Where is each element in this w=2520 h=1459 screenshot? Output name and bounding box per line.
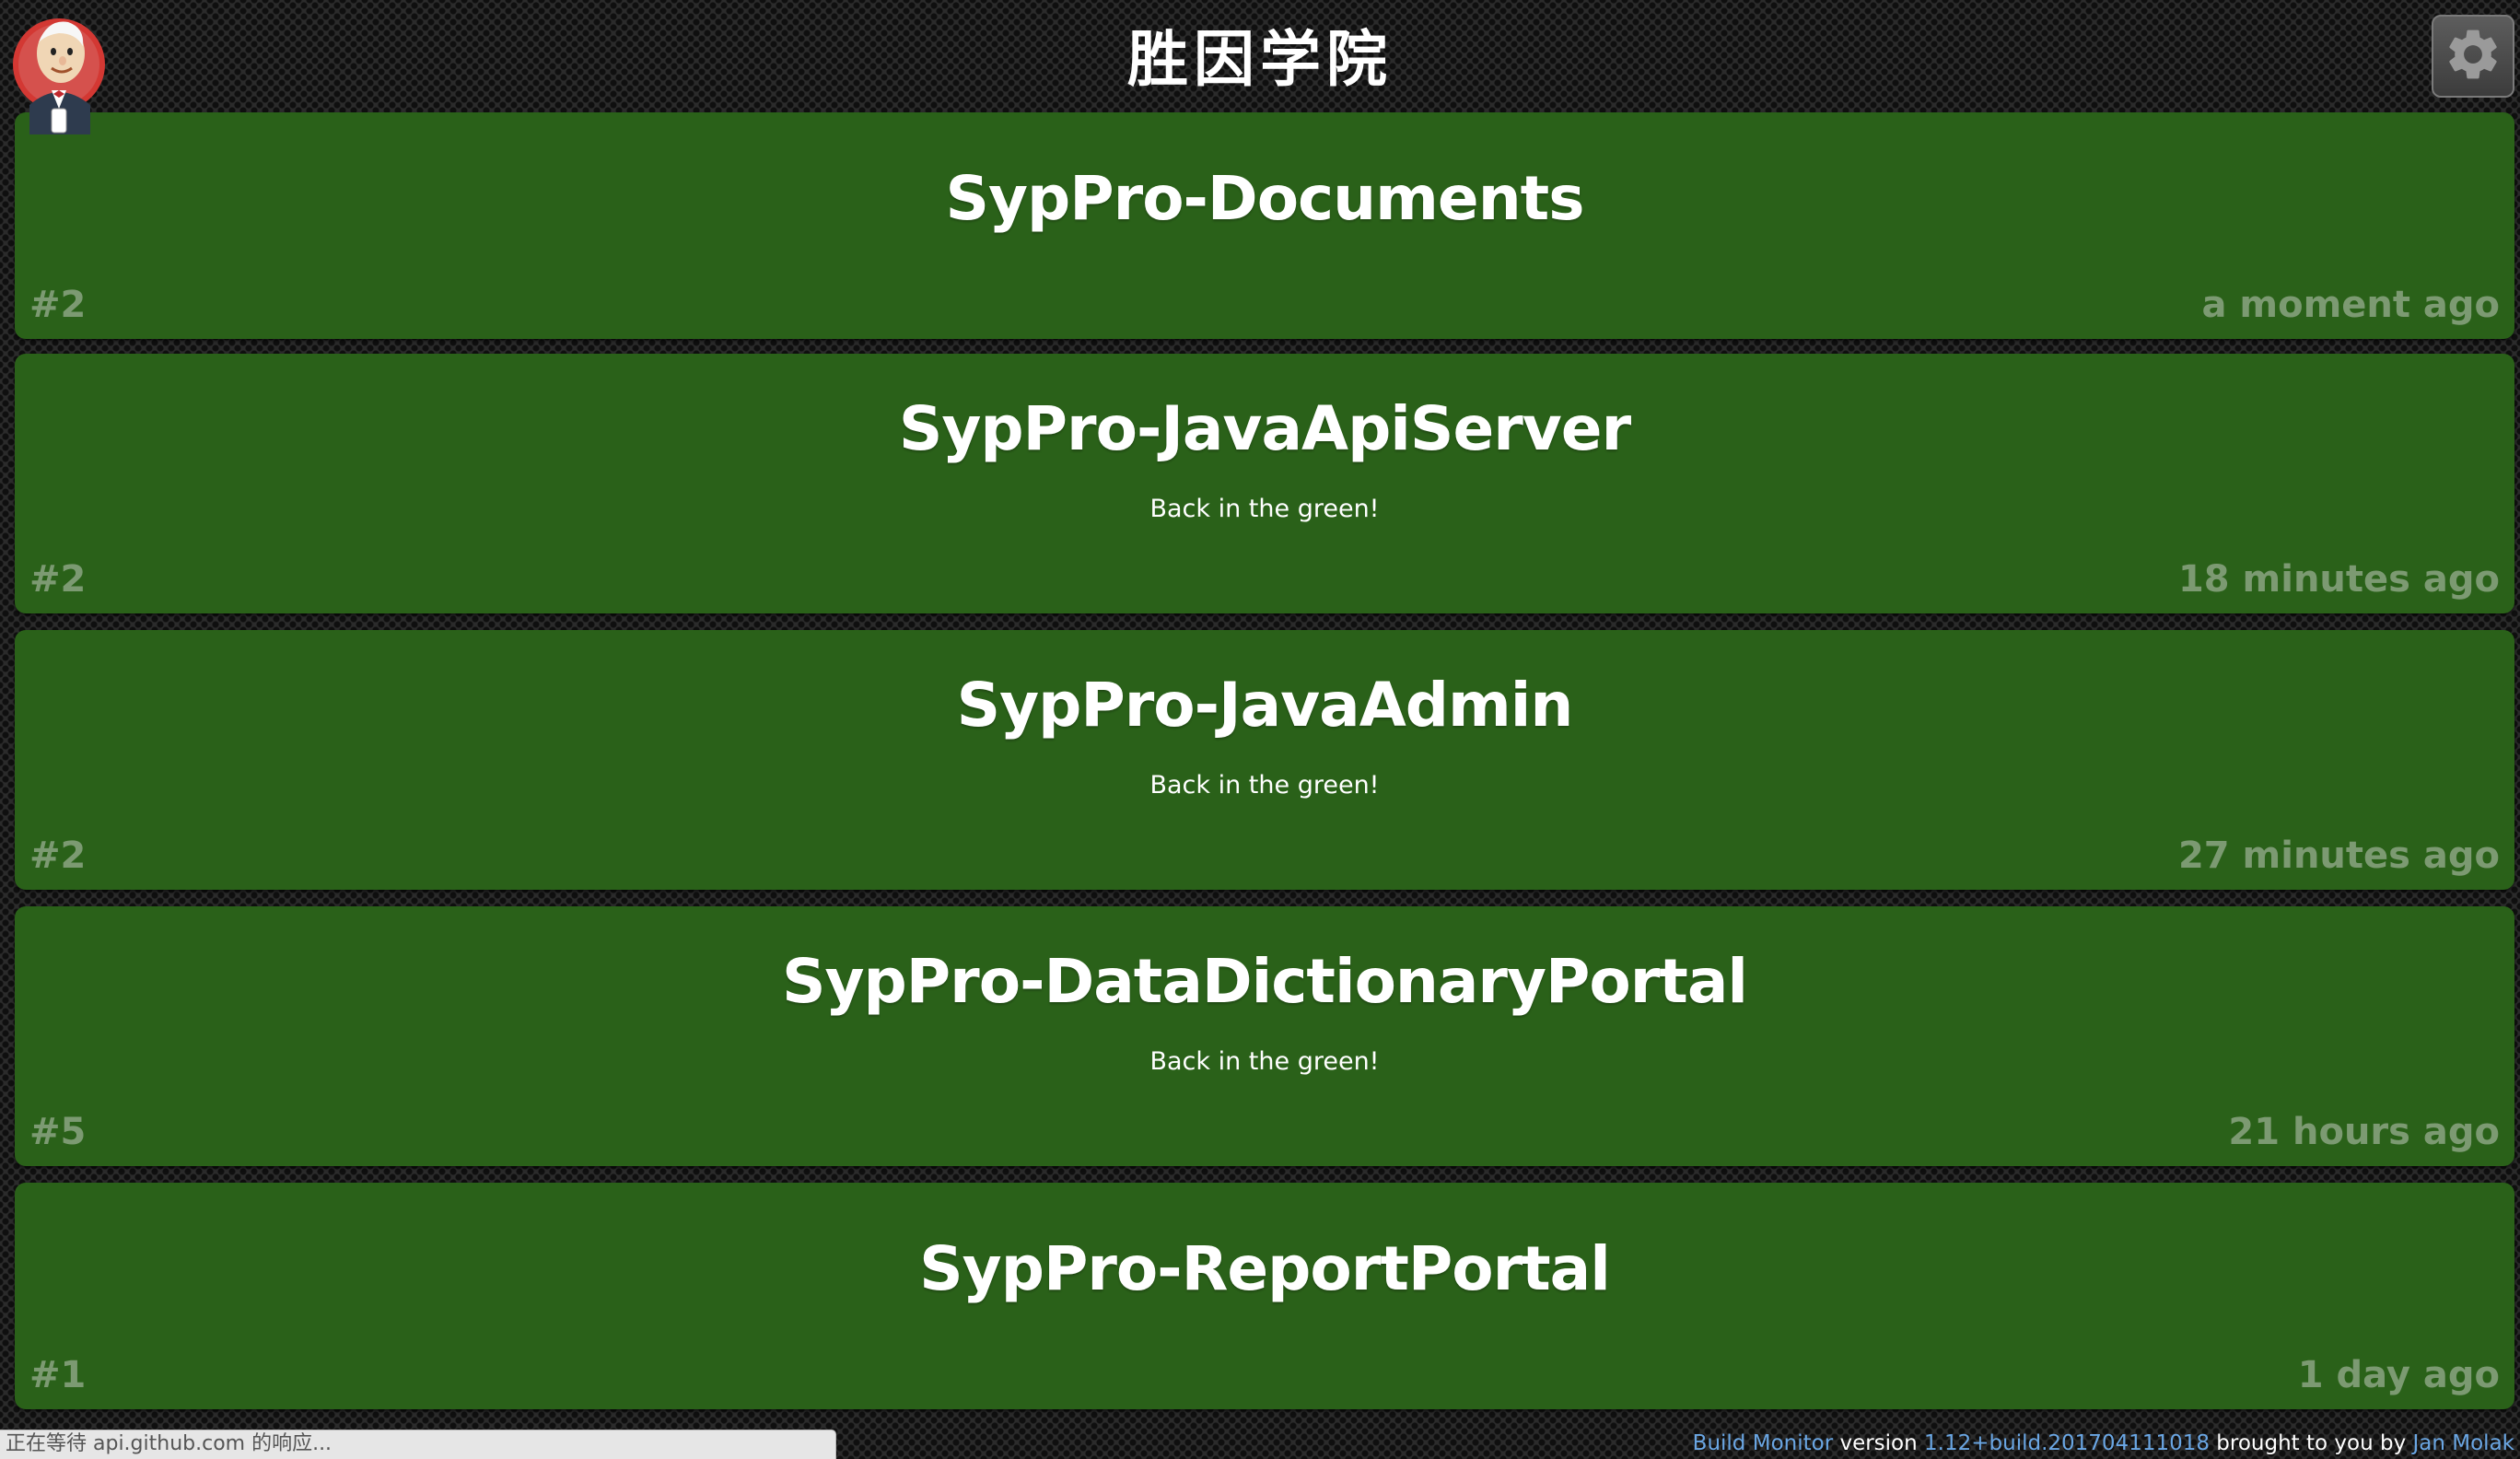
build-number[interactable]: #2 — [29, 284, 86, 326]
page-title: 胜因学院 — [1127, 24, 1393, 95]
build-monitor-link[interactable]: Build Monitor — [1693, 1431, 1833, 1455]
build-number[interactable]: #2 — [29, 835, 86, 877]
job-name[interactable]: SypPro-JavaAdmin — [15, 669, 2514, 742]
gear-icon — [2443, 24, 2503, 88]
job-tile[interactable]: SypPro-DataDictionaryPortal Back in the … — [15, 906, 2514, 1166]
job-tile[interactable]: SypPro-ReportPortal #1 1 day ago — [15, 1183, 2514, 1409]
build-time: 18 minutes ago — [2177, 558, 2500, 601]
job-name[interactable]: SypPro-JavaApiServer — [15, 392, 2514, 466]
brought-by-label: brought to you by — [2216, 1431, 2407, 1455]
build-number[interactable]: #5 — [29, 1111, 86, 1153]
build-time: 21 hours ago — [2228, 1111, 2500, 1153]
settings-button[interactable] — [2432, 15, 2514, 98]
job-name[interactable]: SypPro-DataDictionaryPortal — [15, 945, 2514, 1019]
job-tile[interactable]: SypPro-JavaApiServer Back in the green! … — [15, 354, 2514, 613]
jenkins-logo — [11, 6, 107, 134]
header: 胜因学院 — [0, 0, 2520, 134]
version-label: version — [1839, 1431, 1918, 1455]
job-name[interactable]: SypPro-ReportPortal — [15, 1232, 2514, 1306]
job-status-message: Back in the green! — [1149, 495, 1380, 523]
footer-credits: Build Monitor version 1.12+build.2017041… — [1693, 1428, 2514, 1459]
job-tile[interactable]: SypPro-JavaAdmin Back in the green! #2 2… — [15, 630, 2514, 890]
job-status-message: Back in the green! — [1149, 771, 1380, 800]
build-number[interactable]: #1 — [29, 1354, 86, 1396]
job-name[interactable]: SypPro-Documents — [15, 162, 2514, 236]
author-link[interactable]: Jan Molak — [2413, 1431, 2515, 1455]
job-status-message: Back in the green! — [1149, 1047, 1380, 1076]
job-tile[interactable]: SypPro-Documents #2 a moment ago — [15, 112, 2514, 339]
build-number[interactable]: #2 — [29, 558, 86, 601]
build-time: 1 day ago — [2297, 1354, 2500, 1396]
browser-status-bar: 正在等待 api.github.com 的响应... — [0, 1430, 836, 1459]
build-time: a moment ago — [2201, 284, 2500, 326]
version-link[interactable]: 1.12+build.201704111018 — [1924, 1431, 2210, 1455]
build-time: 27 minutes ago — [2177, 835, 2500, 877]
